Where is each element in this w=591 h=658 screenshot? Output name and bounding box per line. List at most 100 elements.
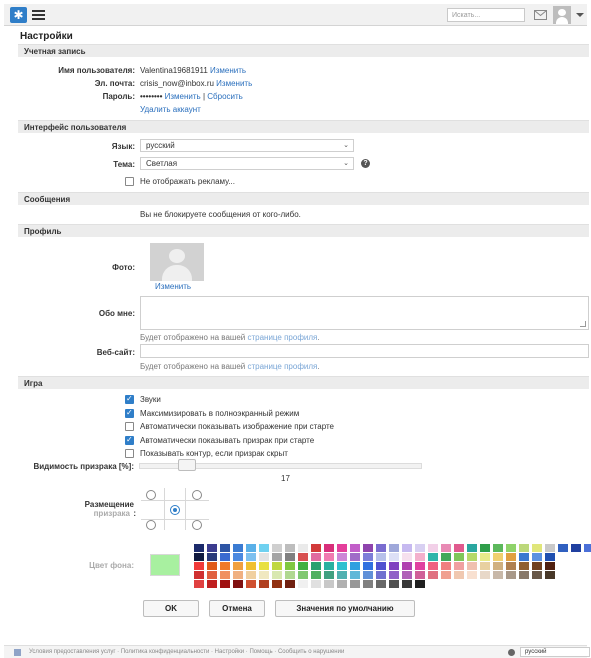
color-swatch[interactable]: [545, 571, 555, 579]
game-option-checkbox[interactable]: [125, 449, 134, 458]
color-swatch[interactable]: [207, 544, 217, 552]
color-swatch[interactable]: [207, 562, 217, 570]
about-textarea[interactable]: [140, 296, 589, 330]
app-logo-icon[interactable]: ✱: [10, 7, 27, 23]
color-swatch[interactable]: [376, 571, 386, 579]
color-swatch[interactable]: [571, 544, 581, 552]
color-swatch[interactable]: [519, 553, 529, 561]
game-option-checkbox[interactable]: [125, 408, 134, 418]
color-swatch[interactable]: [311, 571, 321, 579]
color-swatch[interactable]: [298, 544, 308, 552]
color-swatch[interactable]: [363, 562, 373, 570]
color-swatch[interactable]: [337, 571, 347, 579]
color-swatch[interactable]: [402, 553, 412, 561]
color-swatch[interactable]: [402, 571, 412, 579]
color-swatch[interactable]: [259, 571, 269, 579]
color-swatch[interactable]: [389, 571, 399, 579]
color-swatch[interactable]: [337, 580, 347, 588]
game-option-checkbox[interactable]: [125, 435, 134, 445]
color-swatch[interactable]: [441, 553, 451, 561]
color-swatch[interactable]: [480, 571, 490, 579]
color-swatch[interactable]: [389, 544, 399, 552]
color-swatch[interactable]: [493, 571, 503, 579]
color-swatch[interactable]: [324, 571, 334, 579]
color-swatch[interactable]: [337, 553, 347, 561]
color-swatch[interactable]: [402, 562, 412, 570]
color-swatch[interactable]: [454, 553, 464, 561]
footer-links[interactable]: Условия предоставления услуг · Политика …: [29, 649, 344, 655]
no-ads-checkbox[interactable]: [125, 177, 134, 186]
color-swatch[interactable]: [220, 553, 230, 561]
color-swatch[interactable]: [220, 571, 230, 579]
color-swatch[interactable]: [285, 580, 295, 588]
search-input[interactable]: [447, 8, 525, 22]
color-swatch[interactable]: [246, 571, 256, 579]
placement-bottom-left-radio[interactable]: [146, 520, 156, 530]
game-option-checkbox[interactable]: [125, 422, 134, 431]
color-swatch[interactable]: [311, 544, 321, 552]
color-swatch[interactable]: [415, 553, 425, 561]
change-photo-link[interactable]: Изменить: [155, 282, 191, 291]
color-swatch[interactable]: [428, 571, 438, 579]
color-swatch[interactable]: [441, 571, 451, 579]
color-swatch[interactable]: [402, 580, 412, 588]
color-swatch[interactable]: [467, 553, 477, 561]
color-swatch[interactable]: [324, 553, 334, 561]
color-swatch[interactable]: [506, 571, 516, 579]
color-swatch[interactable]: [454, 544, 464, 552]
color-swatch[interactable]: [376, 553, 386, 561]
color-swatch[interactable]: [272, 562, 282, 570]
color-swatch[interactable]: [350, 544, 360, 552]
color-swatch[interactable]: [363, 553, 373, 561]
color-swatch[interactable]: [233, 580, 243, 588]
ok-button[interactable]: OK: [143, 600, 199, 617]
color-swatch[interactable]: [558, 544, 568, 552]
color-swatch[interactable]: [194, 562, 204, 570]
change-email-link[interactable]: Изменить: [216, 79, 252, 88]
color-swatch[interactable]: [246, 580, 256, 588]
change-username-link[interactable]: Изменить: [210, 66, 246, 75]
color-swatch[interactable]: [441, 562, 451, 570]
facebook-icon[interactable]: [14, 649, 21, 656]
color-swatch[interactable]: [519, 571, 529, 579]
color-swatch[interactable]: [259, 562, 269, 570]
color-swatch[interactable]: [194, 580, 204, 588]
color-swatch[interactable]: [428, 544, 438, 552]
color-swatch[interactable]: [493, 553, 503, 561]
color-swatch[interactable]: [545, 562, 555, 570]
color-swatch[interactable]: [376, 580, 386, 588]
color-swatch[interactable]: [363, 571, 373, 579]
color-swatch[interactable]: [441, 544, 451, 552]
color-swatch[interactable]: [298, 580, 308, 588]
color-swatch[interactable]: [467, 544, 477, 552]
color-swatch[interactable]: [272, 544, 282, 552]
color-swatch[interactable]: [506, 562, 516, 570]
color-swatch[interactable]: [259, 553, 269, 561]
color-swatch[interactable]: [324, 544, 334, 552]
color-swatch[interactable]: [233, 571, 243, 579]
current-color-swatch[interactable]: [150, 554, 180, 576]
color-swatch[interactable]: [285, 544, 295, 552]
color-swatch[interactable]: [285, 553, 295, 561]
placement-bottom-right-radio[interactable]: [192, 520, 202, 530]
color-swatch[interactable]: [311, 553, 321, 561]
color-swatch[interactable]: [415, 562, 425, 570]
color-swatch[interactable]: [363, 580, 373, 588]
color-swatch[interactable]: [493, 544, 503, 552]
color-swatch[interactable]: [272, 580, 282, 588]
placement-top-right-radio[interactable]: [192, 490, 202, 500]
color-swatch[interactable]: [272, 553, 282, 561]
reset-password-link[interactable]: Сбросить: [207, 92, 243, 101]
color-swatch[interactable]: [311, 580, 321, 588]
color-swatch[interactable]: [493, 562, 503, 570]
color-swatch[interactable]: [220, 580, 230, 588]
color-swatch[interactable]: [402, 544, 412, 552]
profile-photo-placeholder[interactable]: [150, 243, 204, 281]
color-swatch[interactable]: [415, 580, 425, 588]
user-avatar-icon[interactable]: [553, 6, 571, 24]
color-swatch[interactable]: [428, 553, 438, 561]
color-swatch[interactable]: [415, 571, 425, 579]
color-swatch[interactable]: [350, 580, 360, 588]
color-swatch[interactable]: [350, 553, 360, 561]
color-swatch[interactable]: [532, 562, 542, 570]
